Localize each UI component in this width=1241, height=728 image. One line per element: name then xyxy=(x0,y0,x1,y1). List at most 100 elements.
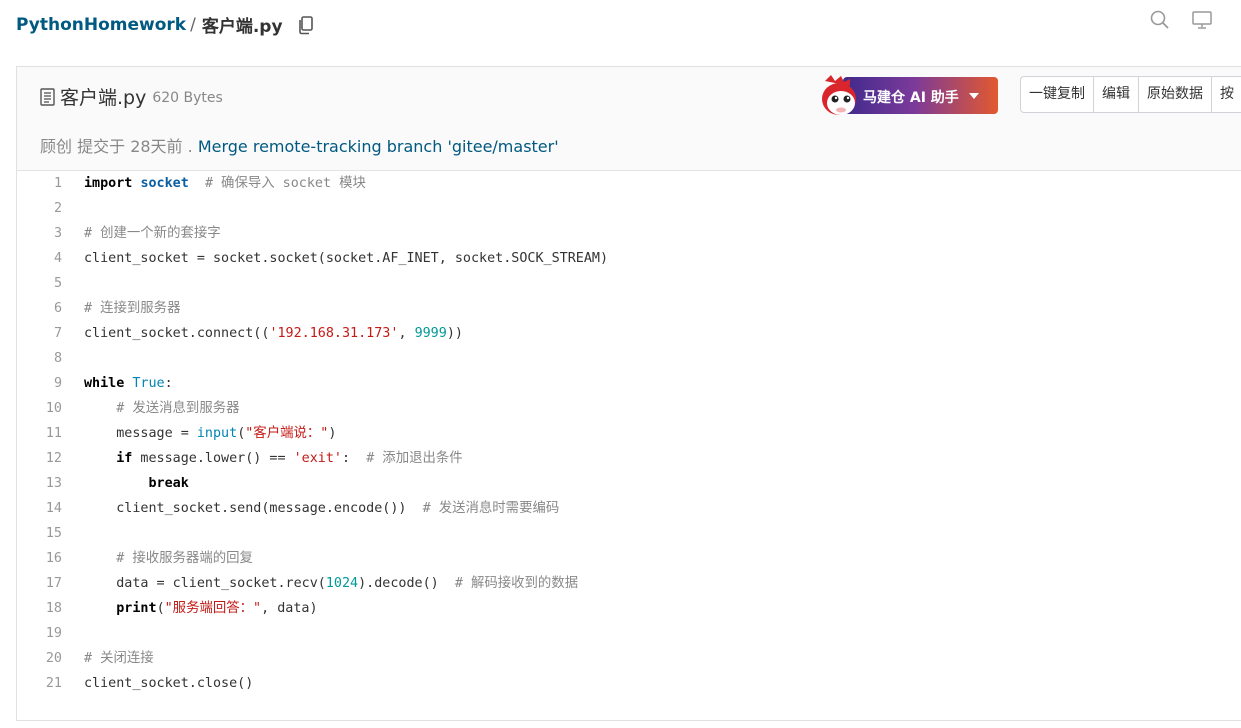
line-number[interactable]: 21 xyxy=(17,671,62,696)
code-line: 13 break xyxy=(17,471,1241,496)
code-token: ).decode() xyxy=(358,576,455,591)
code-view: 1 import socket # 确保导入 socket 模块 2 3 # 创建一个新… xyxy=(17,171,1241,696)
code-token: 'exit' xyxy=(293,451,342,466)
more-button[interactable]: 按 xyxy=(1212,77,1241,112)
code-line: 12 if message.lower() == 'exit': # 添加退出条… xyxy=(17,446,1241,471)
file-title: 客户端.py 620 Bytes xyxy=(40,83,223,110)
code-line: 1 import socket # 确保导入 socket 模块 xyxy=(17,171,1241,196)
code-token: # 创建一个新的套接字 xyxy=(84,226,221,241)
line-number[interactable]: 12 xyxy=(17,446,62,471)
code-token: ) xyxy=(328,426,337,441)
top-toolbar xyxy=(1149,9,1213,31)
file-name: 客户端.py xyxy=(60,87,147,109)
code-token: 9999 xyxy=(414,326,447,341)
code-line: 6 # 连接到服务器 xyxy=(17,296,1241,321)
line-number[interactable]: 1 xyxy=(17,171,62,196)
commit-time: 提交于 28天前 . xyxy=(77,137,193,156)
monitor-icon[interactable] xyxy=(1191,9,1213,31)
code-token: "客户端说：" xyxy=(245,426,329,441)
code-token: # 接收服务器端的回复 xyxy=(116,551,253,566)
line-number[interactable]: 11 xyxy=(17,421,62,446)
code-text: import socket # 确保导入 socket 模块 xyxy=(62,171,366,196)
code-text: # 创建一个新的套接字 xyxy=(62,221,221,246)
copy-icon[interactable] xyxy=(297,15,315,35)
code-token: "服务端回答：" xyxy=(164,601,262,616)
line-number[interactable]: 5 xyxy=(17,271,62,296)
code-line: 9 while True: xyxy=(17,371,1241,396)
code-text: client_socket = socket.socket(socket.AF_… xyxy=(62,246,608,271)
line-number[interactable]: 6 xyxy=(17,296,62,321)
search-icon[interactable] xyxy=(1149,9,1171,31)
code-line: 10 # 发送消息到服务器 xyxy=(17,396,1241,421)
ai-assistant-button[interactable]: 马建仓 AI 助手 xyxy=(817,73,998,119)
code-token: : xyxy=(342,451,367,466)
code-token: '192.168.31.173' xyxy=(269,326,399,341)
code-token: socket xyxy=(140,176,189,191)
breadcrumb-file: 客户端.py xyxy=(201,17,283,37)
commit-author[interactable]: 顾创 xyxy=(40,137,72,156)
code-text: data = client_socket.recv(1024).decode()… xyxy=(62,571,578,596)
copy-all-button[interactable]: 一键复制 xyxy=(1021,77,1094,112)
mascot-icon xyxy=(817,73,861,119)
code-token: : xyxy=(164,376,173,391)
file-panel: 客户端.py 620 Bytes 马建仓 AI 助手 一键复制 编辑 原始数据 … xyxy=(16,66,1241,721)
code-token: message = xyxy=(84,426,197,441)
file-size: 620 Bytes xyxy=(152,90,223,106)
top-bar: PythonHomework / 客户端.py xyxy=(0,0,1241,50)
code-line: 17 data = client_socket.recv(1024).decod… xyxy=(17,571,1241,596)
line-number[interactable]: 17 xyxy=(17,571,62,596)
line-number[interactable]: 3 xyxy=(17,221,62,246)
line-number[interactable]: 20 xyxy=(17,646,62,671)
code-token: data = client_socket.recv( xyxy=(84,576,326,591)
line-number[interactable]: 19 xyxy=(17,621,62,646)
line-number[interactable]: 14 xyxy=(17,496,62,521)
breadcrumb-repo-link[interactable]: PythonHomework xyxy=(16,15,186,35)
code-text: # 发送消息到服务器 xyxy=(62,396,240,421)
line-number[interactable]: 15 xyxy=(17,521,62,546)
line-number[interactable]: 8 xyxy=(17,346,62,371)
code-text: client_socket.send(message.encode()) # 发… xyxy=(62,496,559,521)
line-number[interactable]: 16 xyxy=(17,546,62,571)
commit-message[interactable]: Merge remote-tracking branch 'gitee/mast… xyxy=(198,137,559,156)
raw-button[interactable]: 原始数据 xyxy=(1139,77,1212,112)
line-number[interactable]: 2 xyxy=(17,196,62,221)
code-token: ( xyxy=(156,601,165,616)
code-token: client_socket = socket.socket(socket.AF_… xyxy=(84,251,609,266)
breadcrumb: PythonHomework / 客户端.py xyxy=(16,12,315,37)
line-number[interactable]: 7 xyxy=(17,321,62,346)
code-token: print xyxy=(116,601,157,616)
code-line: 11 message = input("客户端说：") xyxy=(17,421,1241,446)
code-line: 21 client_socket.close() xyxy=(17,671,1241,696)
code-token: # 确保导入 socket 模块 xyxy=(204,176,366,191)
edit-button[interactable]: 编辑 xyxy=(1094,77,1139,112)
code-line: 7 client_socket.connect(('192.168.31.173'… xyxy=(17,321,1241,346)
code-token: if xyxy=(116,451,133,466)
line-number[interactable]: 4 xyxy=(17,246,62,271)
code-line: 16 # 接收服务器端的回复 xyxy=(17,546,1241,571)
code-text: # 连接到服务器 xyxy=(62,296,180,321)
code-text: client_socket.connect(('192.168.31.173',… xyxy=(62,321,463,346)
code-line: 18 print("服务端回答：", data) xyxy=(17,596,1241,621)
code-token: , xyxy=(398,326,415,341)
code-line: 14 client_socket.send(message.encode()) … xyxy=(17,496,1241,521)
code-token: # 连接到服务器 xyxy=(84,301,181,316)
code-text: break xyxy=(62,471,189,496)
line-number[interactable]: 10 xyxy=(17,396,62,421)
code-token: )) xyxy=(446,326,463,341)
code-token: # 发送消息到服务器 xyxy=(116,401,240,416)
code-token: message.lower() == xyxy=(132,451,294,466)
code-token: client_socket.close() xyxy=(84,676,254,691)
code-line: 3 # 创建一个新的套接字 xyxy=(17,221,1241,246)
line-number[interactable]: 18 xyxy=(17,596,62,621)
code-text: while True: xyxy=(62,371,173,396)
line-number[interactable]: 13 xyxy=(17,471,62,496)
code-text: # 关闭连接 xyxy=(62,646,154,671)
line-number[interactable]: 9 xyxy=(17,371,62,396)
